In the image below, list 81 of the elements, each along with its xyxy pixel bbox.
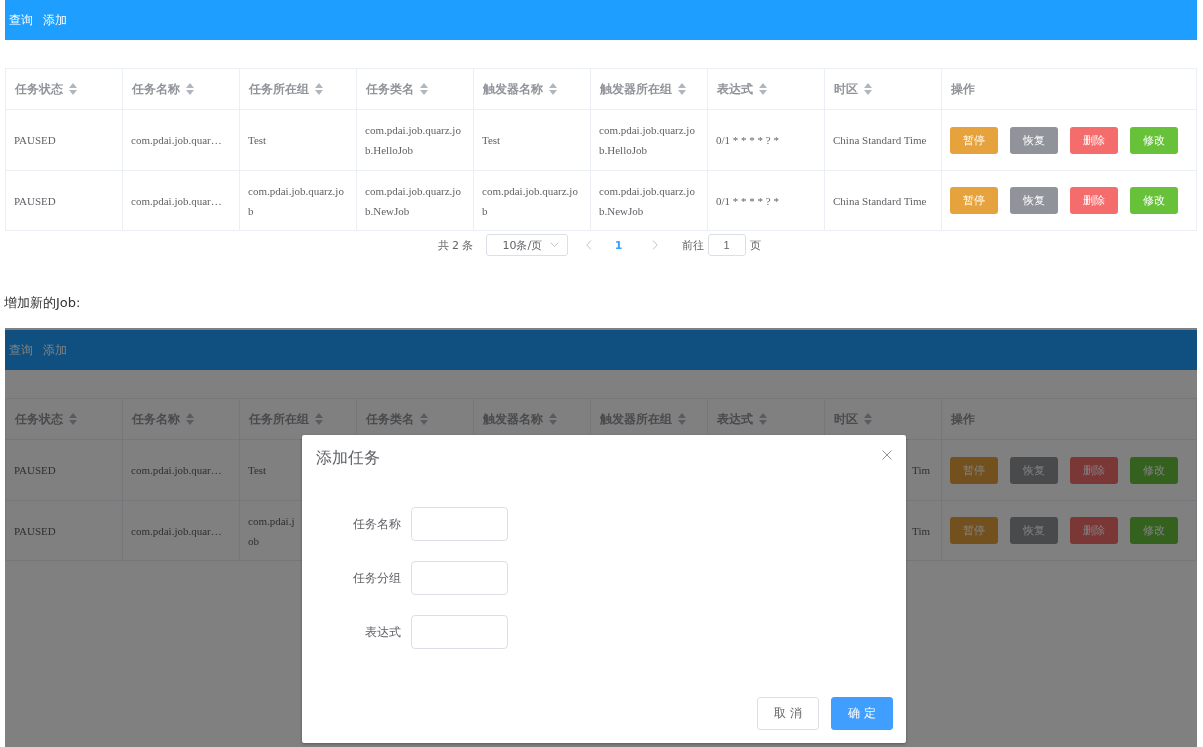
table-cell: com.pdai.j ob xyxy=(248,514,295,547)
nav-link[interactable]: 查询 xyxy=(9,11,33,29)
column-header: 表达式 xyxy=(717,410,753,428)
column-header: 操作 xyxy=(951,410,975,428)
table-cell: Tim xyxy=(912,524,930,537)
action-button[interactable]: 暂停 xyxy=(950,187,998,214)
column-header: 任务所在组 xyxy=(249,410,309,428)
column-header: 触发器所在组 xyxy=(600,80,672,98)
page-size-select[interactable]: 10条/页 xyxy=(485,234,568,256)
column-header: 时区 xyxy=(834,80,858,98)
field-label: 任务分组 xyxy=(352,569,402,587)
input-field[interactable] xyxy=(411,615,508,649)
nav-link[interactable]: 添加 xyxy=(43,341,67,359)
table-cell: com.pdai.job.quarz.job.NewJob xyxy=(599,184,695,217)
table-cell: Test xyxy=(248,464,267,476)
column-header: 表达式 xyxy=(717,80,753,98)
action-button[interactable]: 删除 xyxy=(1070,517,1118,544)
column-header: 触发器所在组 xyxy=(600,410,672,428)
table-cell: Test xyxy=(482,134,501,146)
page-number[interactable]: 1 xyxy=(603,238,634,252)
input-field[interactable] xyxy=(411,507,508,541)
action-button[interactable]: 修改 xyxy=(1130,187,1178,214)
table-cell: Test xyxy=(248,134,267,146)
input-field[interactable] xyxy=(411,561,508,595)
table-cell: com.pdai.job.quarz.job xyxy=(248,184,344,217)
table-cell: 0/1 * * * * ? * xyxy=(716,194,779,207)
table-cell: PAUSED xyxy=(14,134,56,146)
chevron-left-icon xyxy=(585,240,592,250)
column-header: 任务状态 xyxy=(15,80,63,98)
table-cell: com.pdai.job.quar… xyxy=(131,134,222,146)
caret-icon xyxy=(549,242,559,248)
field-label: 表达式 xyxy=(364,623,402,641)
action-button[interactable]: 恢复 xyxy=(1010,126,1058,154)
nav-link[interactable]: 添加 xyxy=(43,11,67,29)
action-button[interactable]: 删除 xyxy=(1070,456,1118,484)
table-cell: com.pdai.job.quarz.job.HelloJob xyxy=(365,124,461,156)
action-button[interactable]: 暂停 xyxy=(950,517,998,544)
chevron-right-icon xyxy=(651,240,658,250)
field-label: 任务名称 xyxy=(352,515,402,533)
column-header: 任务名称 xyxy=(132,80,180,98)
table-cell: com.pdai.job.quar… xyxy=(131,524,222,537)
table-cell: com.pdai.job.quarz.job xyxy=(482,184,578,217)
close-button[interactable] xyxy=(882,450,892,460)
action-button[interactable]: 暂停 xyxy=(950,456,998,484)
page-suffix: 页 xyxy=(749,237,761,253)
table-cell: com.pdai.job.quar… xyxy=(131,194,222,207)
column-header: 触发器名称 xyxy=(483,80,543,98)
action-button[interactable]: 修改 xyxy=(1130,456,1178,484)
table-cell: PAUSED xyxy=(14,524,56,537)
table-cell: PAUSED xyxy=(14,194,56,207)
total-count: 共 2 条 xyxy=(437,237,474,253)
nav-link[interactable]: 查询 xyxy=(9,341,33,359)
confirm-button[interactable]: 确 定 xyxy=(831,697,893,730)
close-icon xyxy=(882,450,892,460)
action-button[interactable]: 暂停 xyxy=(950,126,998,154)
table-cell: China Standard Time xyxy=(833,194,927,207)
page-input[interactable]: 1 xyxy=(707,234,746,256)
column-header: 操作 xyxy=(951,80,975,98)
goto-label: 前往 xyxy=(681,237,704,253)
table-cell: China Standard Time xyxy=(833,134,927,146)
table-cell: com.pdai.job.quar… xyxy=(131,464,222,476)
table-cell: 0/1 * * * * ? * xyxy=(716,134,779,146)
dialog-title: 添加任务 xyxy=(316,448,380,468)
action-button[interactable]: 恢复 xyxy=(1010,187,1058,214)
column-header: 任务名称 xyxy=(132,410,180,428)
column-header: 任务状态 xyxy=(15,410,63,428)
caption-text: 增加新的Job: xyxy=(4,294,82,312)
column-header: 任务类名 xyxy=(366,410,414,428)
column-header: 时区 xyxy=(834,410,858,428)
action-button[interactable]: 删除 xyxy=(1070,126,1118,154)
column-header: 任务类名 xyxy=(366,80,414,98)
action-button[interactable]: 修改 xyxy=(1130,126,1178,154)
action-button[interactable]: 修改 xyxy=(1130,517,1178,544)
column-header: 触发器名称 xyxy=(483,410,543,428)
column-header: 任务所在组 xyxy=(249,80,309,98)
cancel-button[interactable]: 取 消 xyxy=(757,697,819,730)
table-cell: PAUSED xyxy=(14,464,56,476)
action-button[interactable]: 删除 xyxy=(1070,187,1118,214)
table-cell: com.pdai.job.quarz.job.HelloJob xyxy=(599,124,695,156)
table-cell: com.pdai.job.quarz.job.NewJob xyxy=(365,184,461,217)
table-cell: Tim xyxy=(912,464,930,476)
